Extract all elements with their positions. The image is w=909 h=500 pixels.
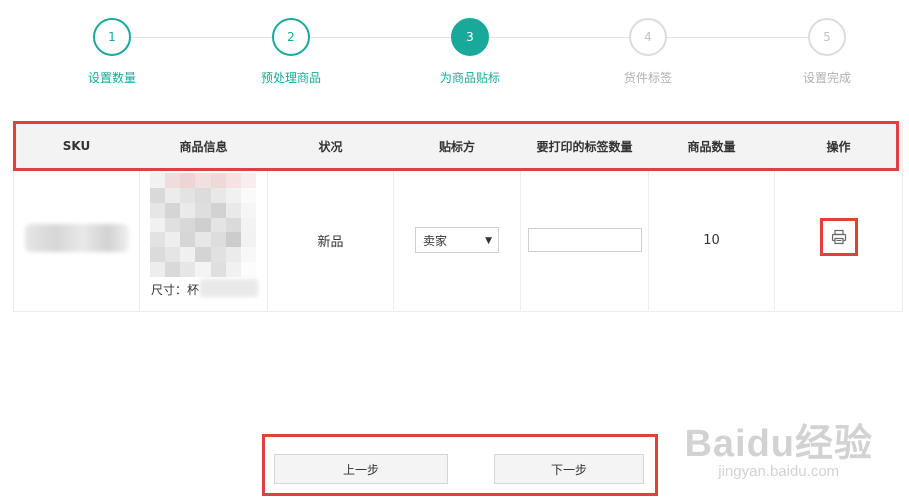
- redacted-size: [200, 279, 258, 297]
- redacted-sku: [24, 224, 129, 252]
- step-2: 2 预处理商品: [231, 18, 351, 86]
- step-circle: 1: [93, 18, 131, 56]
- cell-labeler: 卖家 ▼: [393, 168, 521, 312]
- next-step-button[interactable]: 下一步: [494, 454, 644, 484]
- progress-stepper: 1 设置数量 2 预处理商品 3 为商品贴标 4 货件标签 5 设置完成: [0, 0, 909, 100]
- step-3: 3 为商品贴标: [410, 18, 530, 86]
- baidu-watermark: Baidu经验 jingyan.baidu.com: [684, 412, 873, 480]
- previous-step-button[interactable]: 上一步: [274, 454, 448, 484]
- cell-actions: [774, 168, 903, 312]
- step-circle: 5: [808, 18, 846, 56]
- step-circle: 2: [272, 18, 310, 56]
- cell-print-quantity: [520, 168, 649, 312]
- step-circle: 4: [629, 18, 667, 56]
- step-4: 4 货件标签: [588, 18, 708, 86]
- print-quantity-input[interactable]: [527, 228, 642, 252]
- step-label: 设置数量: [87, 71, 136, 85]
- header-actions: 操作: [774, 124, 903, 169]
- header-quantity: 商品数量: [648, 124, 775, 169]
- header-labeler: 贴标方: [393, 124, 521, 169]
- cell-condition: 新品: [267, 168, 394, 312]
- header-sku: SKU: [13, 124, 140, 169]
- step-1: 1 设置数量: [52, 18, 172, 86]
- dropdown-arrow-icon: ▼: [485, 236, 492, 246]
- step-label: 预处理商品: [260, 71, 321, 85]
- step-label: 设置完成: [802, 71, 851, 85]
- step-circle: 3: [451, 18, 489, 56]
- header-condition: 状况: [267, 124, 394, 169]
- table-header-row: SKU 商品信息 状况 贴标方 要打印的标签数量 商品数量 操作: [13, 124, 903, 169]
- labeling-table: SKU 商品信息 状况 贴标方 要打印的标签数量 商品数量 操作 尺寸：杯 新品…: [13, 124, 903, 312]
- labeler-select[interactable]: 卖家 ▼: [415, 227, 499, 253]
- step-label: 为商品贴标: [439, 71, 500, 85]
- cell-quantity: 10: [648, 168, 775, 312]
- labeler-selected-value: 卖家: [423, 234, 448, 248]
- step-5: 5 设置完成: [767, 18, 887, 86]
- cell-product-info: 尺寸：杯: [139, 168, 268, 312]
- header-print-quantity: 要打印的标签数量: [520, 124, 649, 169]
- printer-icon: [831, 229, 846, 245]
- product-size: 尺寸：杯: [151, 283, 200, 297]
- step-label: 货件标签: [623, 71, 672, 85]
- watermark-logo: Baidu经验: [684, 423, 873, 465]
- cell-sku: [13, 168, 140, 312]
- product-image-redacted: [150, 173, 256, 277]
- header-product-info: 商品信息: [139, 124, 268, 169]
- print-button[interactable]: [819, 218, 858, 256]
- table-row: 尺寸：杯 新品 卖家 ▼ 10: [13, 168, 903, 312]
- product-info: 尺寸：杯: [140, 169, 267, 311]
